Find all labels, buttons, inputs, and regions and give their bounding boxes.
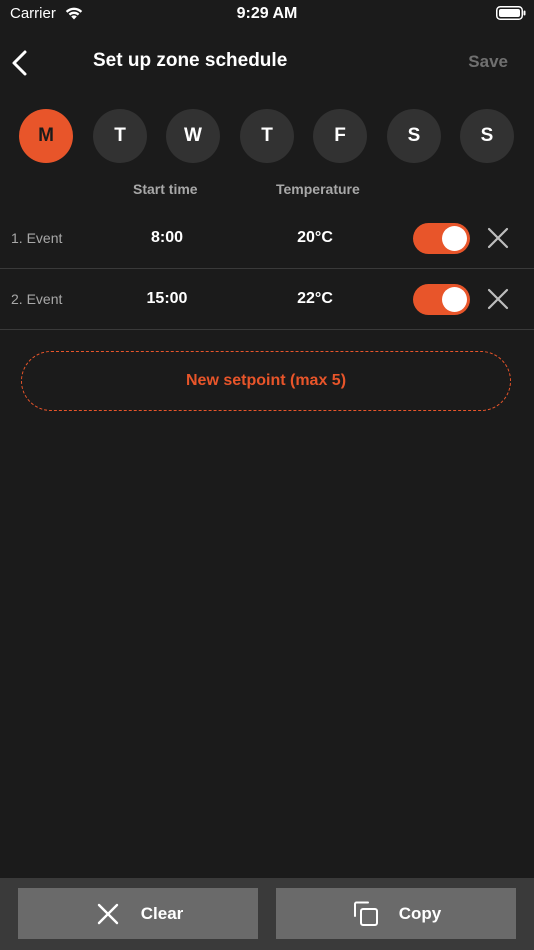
new-setpoint-button[interactable]: New setpoint (max 5): [21, 351, 511, 411]
event-row: 1. Event 8:00 20°C: [0, 209, 534, 269]
day-selector: M T W T F S S: [19, 109, 516, 163]
start-time-header: Start time: [133, 181, 198, 197]
save-button[interactable]: Save: [468, 52, 508, 72]
bottom-toolbar: Clear Copy: [0, 878, 534, 950]
event-start-time[interactable]: 8:00: [117, 229, 217, 247]
day-button-tuesday[interactable]: T: [93, 109, 147, 163]
event-temperature[interactable]: 22°C: [265, 290, 365, 308]
event-label: 2. Event: [11, 291, 63, 307]
event-enabled-toggle[interactable]: [413, 223, 470, 254]
schedule-screen: Carrier 9:29 AM Set up zone schedule Sav…: [0, 0, 534, 950]
row-divider: [0, 268, 534, 269]
temperature-header: Temperature: [276, 181, 360, 197]
close-icon[interactable]: [486, 226, 510, 250]
day-button-saturday[interactable]: S: [387, 109, 441, 163]
day-button-thursday[interactable]: T: [240, 109, 294, 163]
nav-bar: Set up zone schedule Save: [0, 40, 534, 84]
close-icon: [97, 903, 118, 924]
event-start-time[interactable]: 15:00: [117, 290, 217, 308]
event-row: 2. Event 15:00 22°C: [0, 270, 534, 330]
event-label: 1. Event: [11, 230, 63, 246]
day-button-friday[interactable]: F: [313, 109, 367, 163]
toggle-knob: [442, 287, 467, 312]
status-time: 9:29 AM: [236, 5, 298, 22]
toggle-knob: [442, 226, 467, 251]
back-chevron-icon[interactable]: [8, 48, 34, 78]
row-divider: [0, 329, 534, 330]
day-button-monday[interactable]: M: [19, 109, 73, 163]
clear-button[interactable]: Clear: [18, 888, 258, 939]
event-enabled-toggle[interactable]: [413, 284, 470, 315]
close-icon[interactable]: [486, 287, 510, 311]
event-temperature[interactable]: 20°C: [265, 229, 365, 247]
battery-icon: [496, 6, 526, 20]
copy-button[interactable]: Copy: [276, 888, 516, 939]
day-button-sunday[interactable]: S: [460, 109, 514, 163]
day-button-wednesday[interactable]: W: [166, 109, 220, 163]
copy-icon: [353, 901, 378, 926]
clear-label: Clear: [140, 903, 184, 923]
copy-label: Copy: [398, 903, 442, 923]
status-bar: Carrier 9:29 AM: [0, 0, 534, 28]
page-title: Set up zone schedule: [93, 50, 288, 71]
